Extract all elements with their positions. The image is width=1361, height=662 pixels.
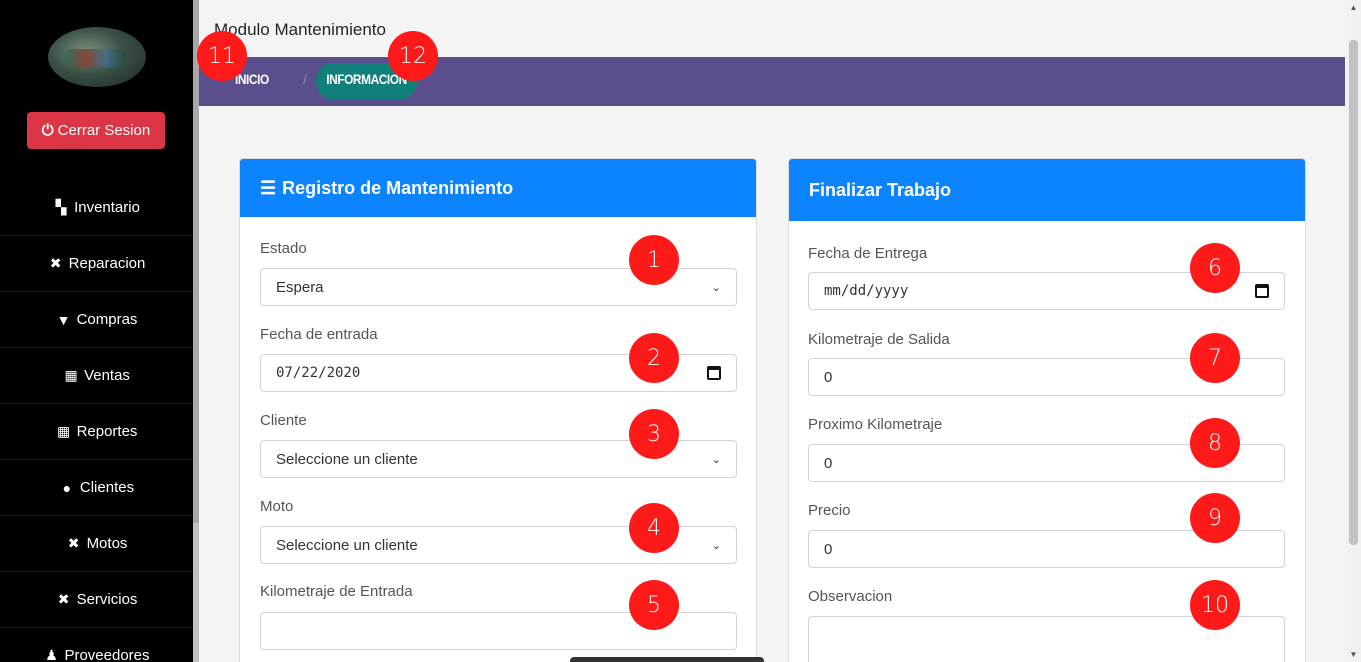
annotation-badge: 2	[629, 333, 679, 383]
annotation-badge: 1	[629, 235, 679, 285]
precio-value: 0	[824, 540, 833, 558]
sidebar-item-label: Motos	[86, 535, 128, 552]
sidebar-item-motos[interactable]: ✖ Motos	[0, 516, 193, 572]
sidebar: ⏻ Cerrar Sesion ▚ Inventario ✖ Reparacio…	[0, 0, 193, 662]
sidebar-nav: ▚ Inventario ✖ Reparacion ▼ Compras ▦ Ve…	[0, 180, 193, 662]
fecha-entrega-label: Fecha de Entrega	[808, 245, 928, 262]
avatar	[48, 27, 146, 87]
registro-card-header: ☰ Registro de Mantenimiento	[240, 159, 756, 217]
chevron-down-icon: ⌄	[711, 281, 721, 294]
tools-icon: ✖	[57, 591, 70, 607]
sidebar-item-reparacion[interactable]: ✖ Reparacion	[0, 236, 193, 292]
moto-label: Moto	[260, 498, 294, 515]
sidebar-item-label: Compras	[76, 311, 138, 328]
tools-icon: ✖	[49, 255, 62, 271]
user-tie-icon: ♟	[45, 647, 58, 662]
annotation-badge: 7	[1190, 333, 1240, 383]
fecha-entrada-label: Fecha de entrada	[260, 326, 378, 343]
sidebar-item-label: Clientes	[79, 479, 135, 496]
annotation-badge: 8	[1190, 418, 1240, 468]
finalizar-card-header: Finalizar Trabajo	[789, 159, 1305, 221]
page-scrollbar[interactable]: ▲ ▼	[1346, 0, 1361, 662]
page-scrollbar-thumb[interactable]	[1349, 40, 1358, 545]
sidebar-item-reportes[interactable]: ▦ Reportes	[0, 404, 193, 460]
logout-label: Cerrar Sesion	[57, 122, 151, 139]
precio-label: Precio	[808, 502, 851, 519]
cart-icon: ▼	[56, 311, 71, 328]
annotation-badge: 10	[1190, 580, 1240, 630]
sidebar-item-label: Ventas	[84, 367, 130, 384]
sidebar-item-compras[interactable]: ▼ Compras	[0, 292, 193, 348]
finalizar-title: Finalizar Trabajo	[809, 179, 952, 200]
boxes-icon: ▚	[55, 199, 67, 215]
annotation-badge: 9	[1190, 493, 1240, 543]
chevron-down-icon: ⌄	[711, 539, 721, 552]
calendar-icon[interactable]	[1255, 284, 1269, 298]
proximo-km-label: Proximo Kilometraje	[808, 416, 943, 433]
horizontal-scroll-indicator	[570, 657, 764, 662]
sidebar-item-servicios[interactable]: ✖ Servicios	[0, 572, 193, 628]
fecha-entrega-placeholder: mm/dd/yyyy	[824, 283, 909, 299]
cliente-label: Cliente	[260, 412, 307, 429]
sidebar-item-proveedores[interactable]: ♟ Proveedores	[0, 628, 193, 662]
page-title: Modulo Mantenimiento	[214, 20, 386, 39]
km-salida-label: Kilometraje de Salida	[808, 331, 950, 348]
scroll-down-icon[interactable]: ▼	[1346, 647, 1361, 662]
scroll-up-icon[interactable]: ▲	[1346, 0, 1361, 15]
km-entrada-label: Kilometraje de Entrada	[260, 583, 413, 600]
observacion-label: Observacion	[808, 588, 893, 605]
breadcrumb: INICIO / INFORMACION	[199, 57, 1345, 106]
users-icon: ●	[62, 479, 72, 496]
annotation-badge: 12	[388, 31, 438, 81]
sidebar-item-label: Reportes	[76, 423, 138, 440]
logout-button[interactable]: ⏻ Cerrar Sesion	[27, 112, 165, 149]
sidebar-item-label: Servicios	[76, 591, 138, 608]
sidebar-item-ventas[interactable]: ▦ Ventas	[0, 348, 193, 404]
estado-label: Estado	[260, 240, 307, 257]
power-icon: ⏻	[41, 122, 54, 139]
cash-register-icon: ▦	[64, 367, 78, 383]
annotation-badge: 4	[629, 503, 679, 553]
registro-title: Registro de Mantenimiento	[282, 177, 514, 198]
annotation-badge: 6	[1190, 243, 1240, 293]
calendar-icon[interactable]	[707, 366, 721, 380]
sidebar-item-inventario[interactable]: ▚ Inventario	[0, 180, 193, 236]
annotation-badge: 3	[629, 409, 679, 459]
chevron-down-icon: ⌄	[711, 453, 721, 466]
sidebar-item-label: Reparacion	[68, 255, 146, 272]
tools-icon: ✖	[67, 535, 80, 551]
sidebar-item-clientes[interactable]: ● Clientes	[0, 460, 193, 516]
menu-icon: ☰	[260, 177, 277, 198]
annotation-badge: 11	[197, 31, 247, 81]
sidebar-item-label: Inventario	[74, 199, 140, 216]
cash-register-icon: ▦	[56, 423, 71, 439]
sidebar-item-label: Proveedores	[64, 647, 150, 662]
breadcrumb-inicio[interactable]: INICIO	[235, 71, 269, 87]
breadcrumb-separator: /	[303, 71, 307, 87]
annotation-badge: 5	[629, 580, 679, 630]
